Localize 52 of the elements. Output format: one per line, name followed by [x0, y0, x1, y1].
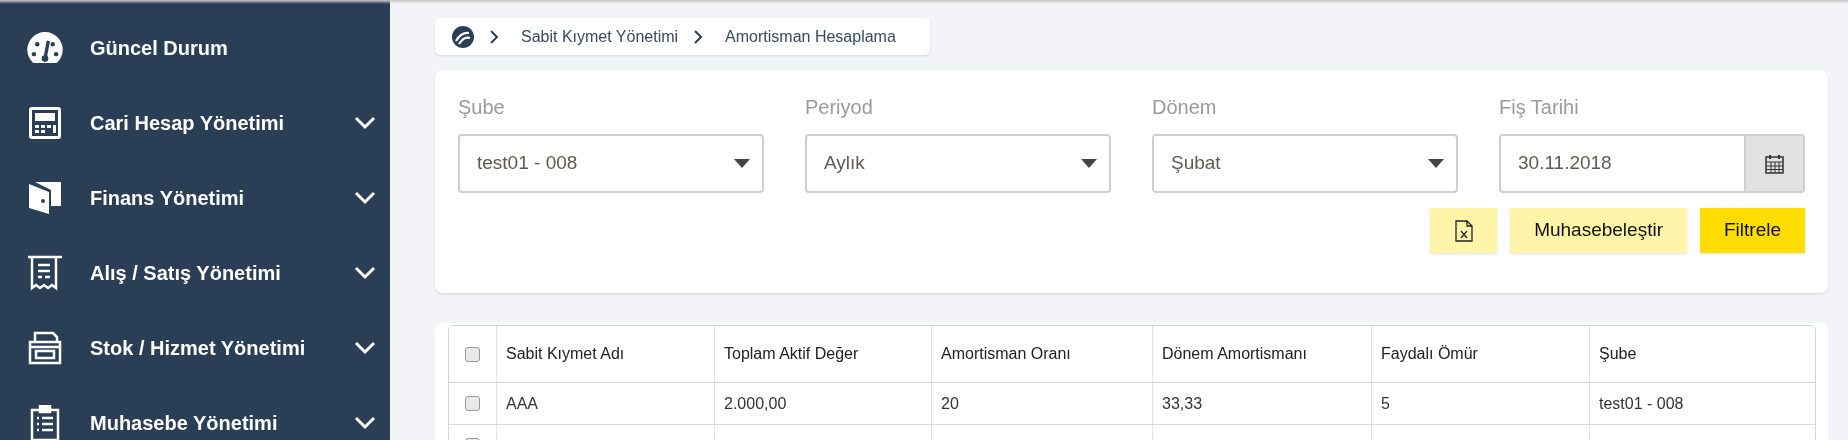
checkbox[interactable] — [465, 396, 480, 411]
column-header: Amortisman Oranı — [931, 326, 1152, 382]
column-header: Dönem Amortismanı — [1152, 326, 1371, 382]
gauge-icon — [27, 32, 63, 63]
chevron-right-icon — [490, 29, 499, 44]
dropdown-caret-icon — [1428, 158, 1444, 169]
wallet-icon — [27, 179, 63, 216]
checkbox[interactable] — [465, 346, 480, 362]
calendar-button[interactable] — [1746, 134, 1805, 193]
chevron-down-icon — [354, 115, 376, 130]
select-field[interactable]: Aylık — [805, 134, 1111, 193]
chevron-down-icon — [354, 340, 376, 355]
select-field[interactable]: Şubat — [1152, 134, 1458, 193]
sidebar-item[interactable]: Finans Yönetimi — [0, 160, 390, 235]
chevron-down-icon — [354, 190, 376, 205]
excel-export-button[interactable] — [1430, 208, 1498, 253]
post-to-accounting-button[interactable]: Muhasebeleştir — [1510, 208, 1687, 253]
table-cell-text: 2.000,00 — [724, 393, 787, 414]
logo-icon[interactable] — [452, 25, 474, 48]
chevron-down-icon — [354, 415, 376, 430]
select-field[interactable]: test01 - 008 — [458, 134, 764, 193]
field-label: Periyod — [805, 95, 874, 120]
sidebar-item[interactable]: Cari Hesap Yönetimi — [0, 85, 390, 160]
column-header: Sabit Kıymet Adı — [496, 326, 714, 382]
field-label: Şube — [458, 95, 506, 120]
field-label: Dönem — [1152, 95, 1218, 120]
filter-button[interactable]: Filtrele — [1700, 208, 1805, 253]
calendar-icon — [1765, 153, 1784, 174]
printer-icon — [27, 329, 63, 366]
calculator-icon — [27, 104, 63, 141]
column-header: Faydalı Ömür — [1371, 326, 1589, 382]
sidebar-item[interactable]: Muhasebe Yönetimi — [0, 385, 390, 440]
sidebar-item[interactable]: Güncel Durum — [0, 10, 390, 85]
table-cell-text: 20 — [941, 393, 959, 414]
breadcrumb-link[interactable]: Amortisman Hesaplama — [725, 24, 896, 49]
receipt-icon — [27, 254, 63, 291]
dropdown-caret-icon — [734, 158, 750, 169]
date-field[interactable]: 30.11.2018 — [1499, 134, 1746, 193]
spreadsheet-file-icon — [1454, 219, 1473, 242]
column-header: Şube — [1589, 326, 1815, 382]
table-cell-text: 5 — [1381, 393, 1390, 414]
table-cell-text: test01 - 008 — [1599, 393, 1684, 414]
chevron-right-icon — [694, 29, 704, 44]
sidebar-item[interactable]: Alış / Satış Yönetimi — [0, 235, 390, 310]
column-header: Toplam Aktif Değer — [714, 326, 931, 382]
breadcrumb-link[interactable]: Sabit Kıymet Yönetimi — [521, 24, 679, 49]
table-cell-text: 33,33 — [1162, 393, 1203, 414]
field-label: Fiş Tarihi — [1499, 95, 1580, 120]
table-cell-text: AAA — [506, 393, 538, 414]
dropdown-caret-icon — [1081, 158, 1097, 169]
chevron-down-icon — [354, 265, 376, 280]
sidebar-item[interactable]: Stok / Hizmet Yönetimi — [0, 310, 390, 385]
